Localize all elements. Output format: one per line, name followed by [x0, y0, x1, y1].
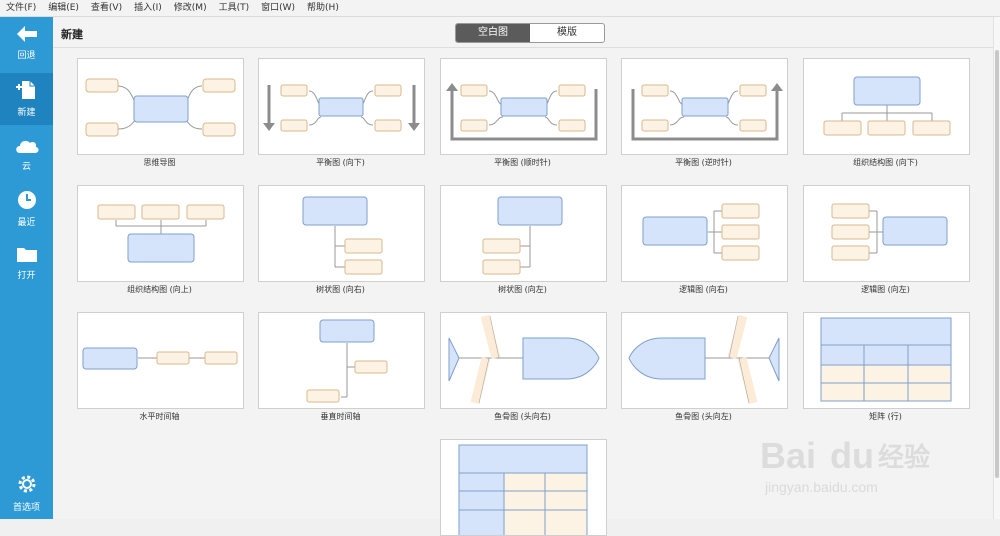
gear-icon — [18, 475, 35, 493]
view-switch: 空白图 模版 — [455, 23, 605, 43]
svg-text:jingyan.baidu.com: jingyan.baidu.com — [764, 479, 878, 495]
template-card-logic-right[interactable] — [621, 185, 788, 282]
tree-left-thumbnail — [482, 196, 563, 275]
scrollbar-thumb[interactable] — [995, 50, 999, 478]
template-card-balance-down[interactable] — [258, 58, 425, 155]
sidebar-item-settings[interactable]: 首选项 — [0, 467, 53, 519]
org-down-thumbnail — [823, 76, 951, 136]
matrix-column-thumbnail — [458, 444, 588, 535]
menu-help[interactable]: 帮助(H) — [301, 0, 345, 16]
sidebar-item-open[interactable]: 打开 — [0, 237, 53, 289]
timeline-horizontal-thumbnail — [82, 347, 238, 370]
menu-modify[interactable]: 修改(M) — [168, 0, 213, 16]
template-label: 组织结构图 (向下) — [853, 158, 918, 167]
sidebar: 回退 新建 云 最近 打开 首选项 — [0, 17, 53, 519]
svg-text:du: du — [830, 435, 874, 476]
sidebar-item-recent[interactable]: 最近 — [0, 183, 53, 235]
menu-insert[interactable]: 插入(I) — [128, 0, 168, 16]
folder-icon — [16, 248, 37, 262]
logic-right-thumbnail — [642, 203, 760, 261]
template-label: 平衡图 (顺时针) — [494, 158, 551, 167]
logic-left-thumbnail — [831, 203, 948, 261]
mindmap-thumbnail — [85, 78, 236, 137]
template-label: 鱼骨图 (头向左) — [675, 412, 732, 421]
cloud-icon — [15, 140, 39, 153]
menu-file[interactable]: 文件(F) — [0, 0, 42, 16]
menu-tools[interactable]: 工具(T) — [213, 0, 256, 16]
tab-blank[interactable]: 空白图 — [456, 24, 530, 42]
sidebar-item-label: 云 — [21, 162, 31, 172]
svg-text:经验: 经验 — [878, 442, 930, 473]
clock-icon — [17, 191, 36, 209]
menu-view[interactable]: 查看(V) — [85, 0, 128, 16]
sidebar-item-cloud[interactable]: 云 — [0, 129, 53, 181]
sidebar-item-back[interactable]: 回退 — [0, 17, 53, 69]
template-card-org-up[interactable] — [77, 185, 244, 282]
template-label: 矩阵 (行) — [869, 412, 902, 421]
template-label: 思维导图 — [143, 158, 176, 167]
fishbone-left-thumbnail — [628, 314, 780, 405]
template-label: 鱼骨图 (头向右) — [494, 412, 551, 421]
menu-window[interactable]: 窗口(W) — [255, 0, 301, 16]
new-file-icon — [15, 81, 35, 99]
balance-down-thumbnail — [263, 84, 420, 132]
tab-template[interactable]: 模版 — [530, 24, 604, 42]
matrix-row-thumbnail — [820, 317, 952, 402]
template-card-org-down[interactable] — [803, 58, 970, 155]
template-label: 树状图 (向左) — [498, 285, 547, 294]
tree-right-thumbnail — [302, 196, 383, 275]
sidebar-item-label: 新建 — [17, 108, 36, 118]
sidebar-item-label: 最近 — [17, 218, 36, 228]
template-card-tree-left[interactable] — [440, 185, 607, 282]
header-divider — [53, 47, 993, 48]
template-label: 逻辑图 (向左) — [861, 285, 910, 294]
template-card-fishbone-right[interactable] — [440, 312, 607, 409]
template-label: 平衡图 (逆时针) — [675, 158, 732, 167]
sidebar-item-label: 首选项 — [12, 503, 40, 513]
template-label: 平衡图 (向下) — [316, 158, 365, 167]
fishbone-right-thumbnail — [448, 314, 600, 405]
baidu-watermark: Bai du 经验 jingyan.baidu.com — [760, 435, 930, 495]
template-card-matrix-row[interactable] — [803, 312, 970, 409]
template-label: 树状图 (向右) — [316, 285, 365, 294]
template-card-balance-ccw[interactable] — [621, 58, 788, 155]
arrow-left-icon — [16, 26, 37, 42]
template-card-matrix-column[interactable] — [440, 439, 607, 536]
template-label: 垂直时间轴 — [320, 412, 361, 421]
balance-cw-thumbnail — [446, 83, 598, 141]
template-card-logic-left[interactable] — [803, 185, 970, 282]
template-label: 组织结构图 (向上) — [127, 285, 192, 294]
balance-ccw-thumbnail — [631, 83, 783, 141]
org-up-thumbnail — [97, 204, 225, 263]
svg-text:Bai: Bai — [760, 435, 816, 476]
sidebar-item-label: 打开 — [17, 271, 36, 281]
page-title: 新建 — [61, 28, 83, 41]
template-label: 水平时间轴 — [139, 412, 180, 421]
template-label: 逻辑图 (向右) — [679, 285, 728, 294]
timeline-vertical-thumbnail — [306, 319, 388, 403]
template-card-mindmap[interactable] — [77, 58, 244, 155]
template-card-balance-cw[interactable] — [440, 58, 607, 155]
template-card-timeline-horizontal[interactable] — [77, 312, 244, 409]
template-card-fishbone-left[interactable] — [621, 312, 788, 409]
menu-edit[interactable]: 编辑(E) — [42, 0, 85, 16]
template-card-timeline-vertical[interactable] — [258, 312, 425, 409]
sidebar-item-new[interactable]: 新建 — [0, 73, 53, 125]
template-card-tree-right[interactable] — [258, 185, 425, 282]
sidebar-item-label: 回退 — [17, 51, 36, 61]
menu-bar: 文件(F) 编辑(E) 查看(V) 插入(I) 修改(M) 工具(T) 窗口(W… — [0, 0, 1000, 17]
